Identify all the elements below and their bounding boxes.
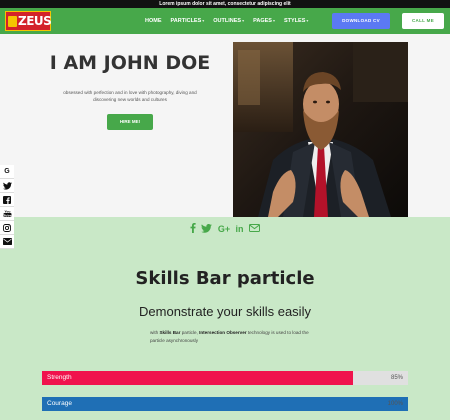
- nav-item-styles[interactable]: STYLES▾: [284, 18, 308, 24]
- download-cv-button[interactable]: DOWNLOAD CV: [332, 13, 390, 29]
- desc-text: with: [150, 330, 159, 335]
- instagram-icon[interactable]: [0, 221, 14, 235]
- profile-photo: [233, 42, 408, 217]
- facebook-icon[interactable]: [190, 223, 196, 235]
- linkedin-icon[interactable]: in: [236, 224, 244, 234]
- hero-section: I AM JOHN DOE obsessed with perfection a…: [0, 34, 450, 217]
- skills-section-title: Skills Bar particle: [135, 268, 315, 289]
- call-me-button[interactable]: CALL ME: [402, 13, 444, 29]
- google-icon[interactable]: G: [0, 165, 14, 179]
- skill-bar-strength: Strength 85%: [42, 371, 408, 385]
- desc-bold: Intersection Observer: [199, 330, 247, 335]
- skills-section-description: with Skills Bar particle, Intersection O…: [150, 329, 310, 344]
- share-icons: G+ in: [190, 222, 260, 236]
- skill-bar-label: Courage: [47, 400, 72, 407]
- nav-item-label: OUTLINES: [213, 18, 242, 24]
- chevron-down-icon: ▾: [306, 18, 309, 23]
- google-plus-icon[interactable]: G+: [218, 224, 230, 234]
- nav-item-outlines[interactable]: OUTLINES▾: [213, 18, 244, 24]
- skill-bar-fill: [42, 371, 354, 385]
- nav-item-label: HOME: [145, 18, 162, 24]
- skill-bar-fill: [42, 397, 408, 411]
- side-social-bar: G You Tube: [0, 165, 14, 249]
- desc-text: particle,: [181, 330, 198, 335]
- nav-item-home[interactable]: HOME: [145, 18, 162, 24]
- nav-item-particles[interactable]: PARTICLES▾: [171, 18, 205, 24]
- chevron-down-icon: ▾: [272, 18, 275, 23]
- hero-description-line: discovering new worlds and cultures: [93, 97, 167, 102]
- skills-section-subtitle: Demonstrate your skills easily: [139, 304, 311, 319]
- skill-bar-courage: Courage 100%: [42, 397, 408, 411]
- logo-mark-icon: [8, 16, 17, 27]
- email-icon[interactable]: [0, 235, 14, 249]
- hire-me-button[interactable]: HIRE ME!: [107, 114, 153, 130]
- hero-title: I AM JOHN DOE: [49, 52, 211, 74]
- nav-item-label: PARTICLES: [170, 18, 202, 24]
- hero-description-line: obsessed with perfection and in love wit…: [63, 90, 197, 95]
- twitter-icon[interactable]: [0, 179, 14, 193]
- skill-bar-percent: 85%: [390, 375, 403, 381]
- nav-item-pages[interactable]: PAGES▾: [253, 18, 275, 24]
- chevron-down-icon: ▾: [242, 18, 245, 23]
- top-announcement-bar: Lorem ipsum dolor sit amet, consectetur …: [0, 0, 450, 8]
- email-icon[interactable]: [248, 224, 260, 234]
- skill-bar-percent: 100%: [387, 401, 403, 407]
- navbar: ZEUS HOME PARTICLES▾ OUTLINES▾ PAGES▾ ST…: [0, 8, 450, 34]
- svg-text:Tube: Tube: [3, 213, 11, 217]
- logo-text: ZEUS: [18, 14, 52, 28]
- skill-bar-label: Strength: [47, 374, 72, 381]
- nav-item-label: PAGES: [253, 18, 272, 24]
- youtube-icon[interactable]: You Tube: [0, 207, 14, 221]
- chevron-down-icon: ▾: [202, 18, 205, 23]
- bearded-man-photo: [233, 42, 408, 217]
- hero-description: obsessed with perfection and in love wit…: [40, 89, 220, 103]
- facebook-icon[interactable]: [0, 193, 14, 207]
- twitter-icon[interactable]: [201, 223, 213, 235]
- nav-menu: HOME PARTICLES▾ OUTLINES▾ PAGES▾ STYLES▾: [145, 8, 317, 34]
- desc-bold: Skills Bar: [159, 330, 181, 335]
- logo[interactable]: ZEUS: [5, 11, 52, 31]
- nav-item-label: STYLES: [283, 18, 306, 24]
